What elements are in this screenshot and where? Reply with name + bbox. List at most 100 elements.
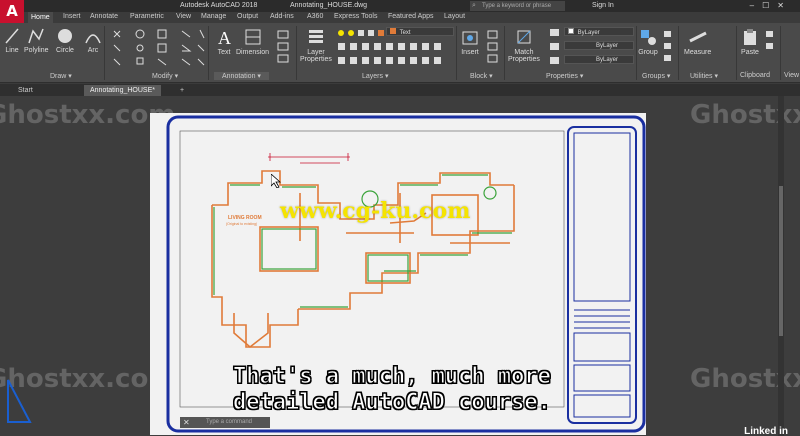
clipboard-small-icons[interactable] bbox=[764, 29, 776, 59]
layers-panel-label[interactable]: Layers ▾ bbox=[362, 72, 388, 80]
search-placeholder: Type a keyword or phrase bbox=[482, 3, 552, 9]
polyline-button[interactable]: Polyline bbox=[24, 27, 49, 54]
groups-panel-text: Groups bbox=[642, 73, 665, 80]
group-button[interactable]: Group bbox=[638, 27, 658, 56]
color-dropdown[interactable]: ByLayer bbox=[564, 27, 634, 36]
measure-icon bbox=[688, 31, 707, 43]
match-properties-button[interactable]: Match Properties bbox=[508, 27, 540, 63]
text-button[interactable]: A Text bbox=[216, 27, 232, 56]
polyline-icon bbox=[28, 28, 44, 44]
subtitle-line-2: detailed AutoCAD course. bbox=[233, 390, 552, 416]
command-line[interactable]: ✕ Type a command bbox=[180, 417, 270, 428]
clipboard-panel-text: Clipboard bbox=[740, 72, 770, 79]
new-tab-button[interactable]: + bbox=[174, 85, 190, 96]
view-panel-text: View bbox=[784, 72, 800, 79]
polyline-label: Polyline bbox=[24, 47, 49, 54]
lineweight-dropdown[interactable]: ByLayer bbox=[564, 41, 634, 50]
tab-manage[interactable]: Manage bbox=[201, 13, 226, 20]
layer-dropdown[interactable]: Text bbox=[386, 27, 454, 36]
arc-icon bbox=[85, 34, 101, 44]
tab-view[interactable]: View bbox=[176, 13, 191, 20]
circle-button[interactable]: Circle bbox=[56, 27, 74, 54]
close-command-icon[interactable]: ✕ bbox=[183, 417, 190, 428]
tab-express-tools[interactable]: Express Tools bbox=[334, 13, 377, 20]
tab-output[interactable]: Output bbox=[237, 13, 258, 20]
block-panel-text: Block bbox=[470, 73, 488, 80]
color-value: ByLayer bbox=[577, 30, 600, 36]
insert-label: Insert bbox=[461, 49, 479, 56]
line-icon bbox=[5, 28, 19, 44]
panel-divider bbox=[678, 26, 679, 80]
linetype-dropdown[interactable]: ByLayer bbox=[564, 55, 634, 64]
utilities-panel-label[interactable]: Utilities ▾ bbox=[690, 72, 718, 80]
layer-properties-label-1: Layer bbox=[307, 49, 325, 56]
lineweight-value: ByLayer bbox=[596, 43, 619, 49]
utilities-panel-text: Utilities bbox=[690, 73, 713, 80]
dimension-label: Dimension bbox=[236, 49, 270, 56]
tab-home[interactable]: Home bbox=[28, 12, 53, 23]
living-room-label: LIVING ROOM bbox=[228, 215, 262, 221]
layer-properties-button[interactable]: Layer Properties bbox=[300, 27, 332, 63]
layer-properties-label-2: Properties bbox=[300, 56, 332, 63]
autocad-window: Autodesk AutoCAD 2018 Annotating_HOUSE.d… bbox=[0, 0, 800, 436]
vertical-scrollbar[interactable] bbox=[778, 96, 784, 436]
annotation-panel-label[interactable]: Annotation ▾ bbox=[214, 72, 269, 80]
panel-divider bbox=[504, 26, 505, 80]
linetype-value: ByLayer bbox=[596, 57, 619, 63]
insert-button[interactable]: Insert bbox=[460, 27, 480, 56]
dimension-button[interactable]: Dimension bbox=[236, 27, 269, 56]
panel-divider bbox=[208, 26, 209, 80]
block-small-icons[interactable] bbox=[486, 29, 500, 65]
circle-label: Circle bbox=[56, 47, 74, 54]
ribbon: Line Polyline Circle Arc Draw ▾ Modify ▾ bbox=[0, 23, 800, 83]
tab-insert[interactable]: Insert bbox=[63, 13, 81, 20]
linkedin-logo: Linked in bbox=[744, 426, 788, 436]
paste-icon bbox=[744, 29, 756, 45]
clipboard-panel-label[interactable]: Clipboard bbox=[740, 72, 770, 79]
properties-panel-label[interactable]: Properties ▾ bbox=[546, 72, 583, 80]
group-icon bbox=[641, 30, 656, 45]
groups-panel-label[interactable]: Groups ▾ bbox=[642, 72, 670, 80]
panel-divider bbox=[780, 26, 781, 80]
doc-tab-start[interactable]: Start bbox=[12, 85, 39, 96]
block-panel-label[interactable]: Block ▾ bbox=[470, 72, 493, 80]
annotation-panel-text: Annotation bbox=[222, 73, 256, 80]
modify-tools-icons[interactable] bbox=[110, 27, 206, 69]
search-input[interactable]: ⌕ Type a keyword or phrase bbox=[470, 1, 565, 11]
modify-panel-label[interactable]: Modify ▾ bbox=[152, 72, 178, 80]
command-placeholder: Type a command bbox=[206, 419, 253, 425]
text-icon: A bbox=[218, 28, 231, 47]
annotation-small-icons[interactable] bbox=[276, 29, 292, 65]
line-button[interactable]: Line bbox=[4, 27, 20, 54]
window-controls[interactable]: –☐✕ bbox=[750, 1, 792, 10]
draw-panel-label[interactable]: Draw ▾ bbox=[50, 72, 72, 80]
layers-panel-text: Layers bbox=[362, 73, 384, 80]
insert-block-icon bbox=[462, 31, 478, 45]
groups-small-icons[interactable] bbox=[662, 29, 674, 65]
paste-button[interactable]: Paste bbox=[740, 27, 760, 56]
panel-divider bbox=[736, 26, 737, 80]
view-panel-label[interactable]: View bbox=[784, 72, 799, 79]
layer-tools-icons[interactable] bbox=[336, 41, 452, 69]
sign-in-link[interactable]: Sign In bbox=[592, 2, 614, 9]
dimension-marks bbox=[268, 153, 350, 164]
drawing-canvas[interactable]: Ghostxx.com Ghostxx.com Ghostxx.com Ghos… bbox=[0, 96, 800, 436]
tab-annotate[interactable]: Annotate bbox=[90, 13, 118, 20]
layers-icon bbox=[308, 30, 323, 43]
autocad-logo-icon[interactable]: A bbox=[0, 0, 24, 24]
tab-featured-apps[interactable]: Featured Apps bbox=[388, 13, 434, 20]
tab-a360[interactable]: A360 bbox=[307, 13, 323, 20]
tab-layout[interactable]: Layout bbox=[444, 13, 465, 20]
arc-button[interactable]: Arc bbox=[84, 27, 102, 54]
layer-name: Text bbox=[399, 30, 411, 36]
panel-divider bbox=[636, 26, 637, 80]
living-room-sub: (Original to existing) bbox=[226, 222, 257, 226]
panel-divider bbox=[296, 26, 297, 80]
properties-small-icons[interactable] bbox=[548, 27, 562, 67]
doc-tab-annotating-house[interactable]: Annotating_HOUSE* bbox=[84, 85, 161, 96]
tab-add-ins[interactable]: Add-ins bbox=[270, 13, 294, 20]
measure-button[interactable]: Measure bbox=[684, 27, 711, 56]
tab-parametric[interactable]: Parametric bbox=[130, 13, 164, 20]
layer-state-icons[interactable] bbox=[336, 27, 386, 39]
arc-label: Arc bbox=[87, 47, 99, 54]
